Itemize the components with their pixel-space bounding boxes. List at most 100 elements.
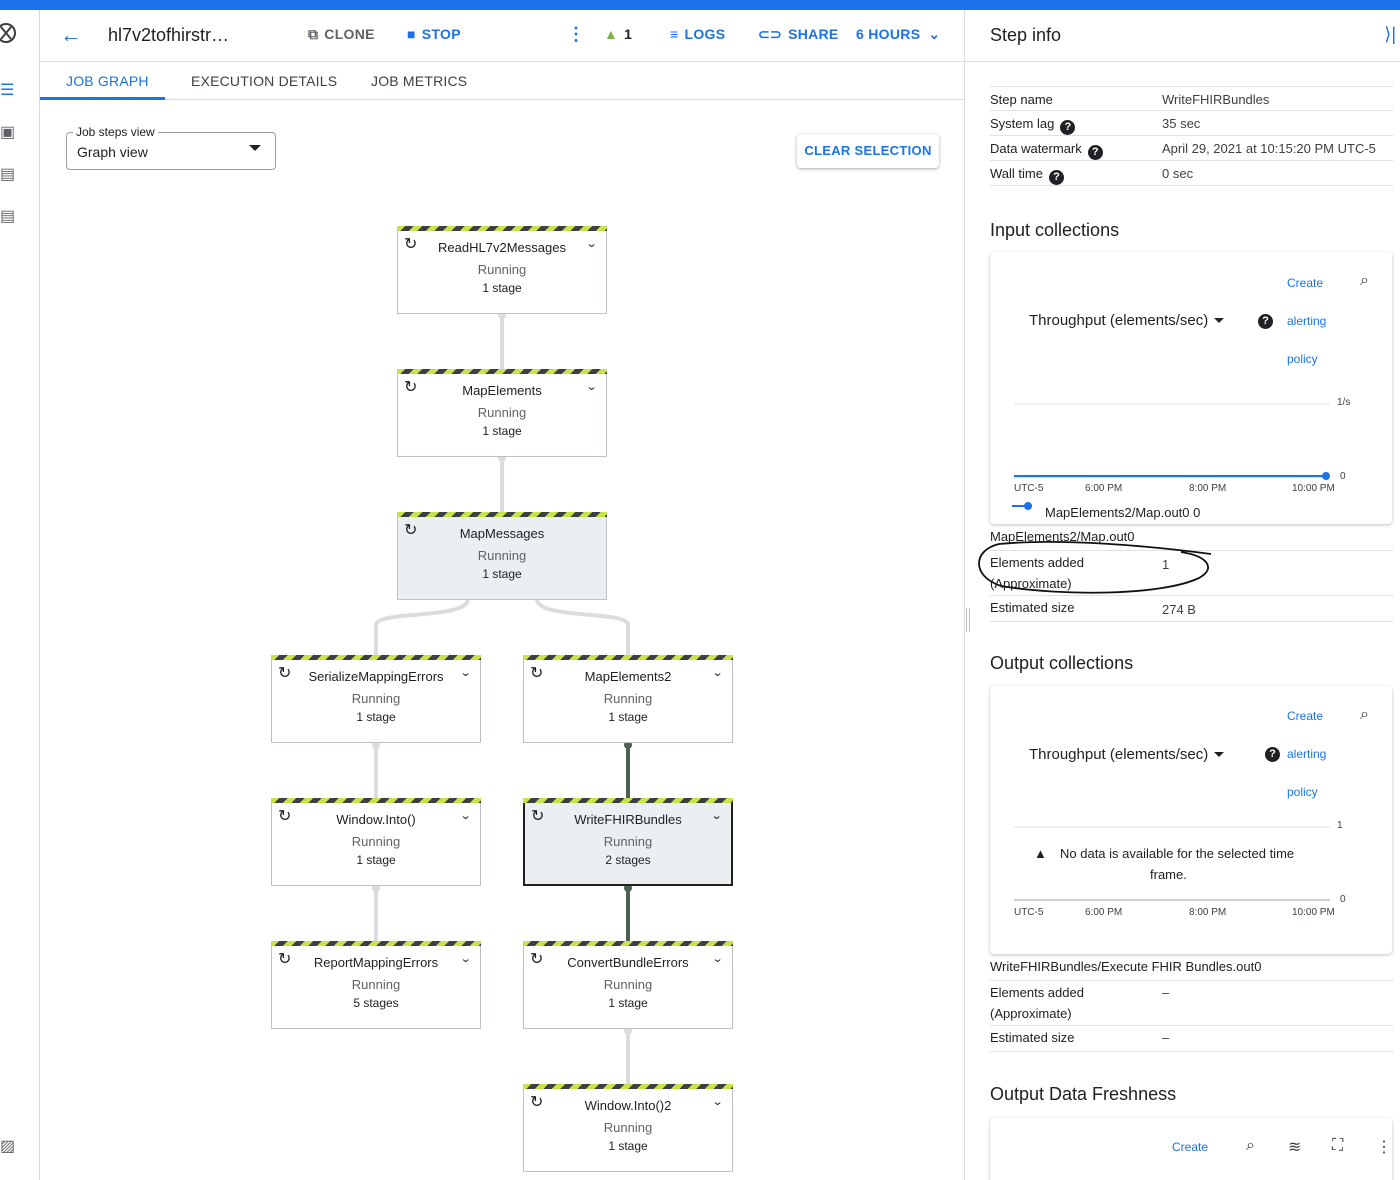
copy-icon: ⧉	[308, 26, 319, 42]
input-throughput-card: Create ⌕ Throughput (elements/sec) ? ale…	[990, 252, 1392, 524]
help-icon[interactable]: ?	[1258, 314, 1273, 329]
no-data-message-line1: No data is available for the selected ti…	[1060, 846, 1295, 861]
step-node-mapmessages[interactable]: ↻ MapMessages Running 1 stage	[397, 512, 607, 600]
logs-button[interactable]: ≡ LOGS	[670, 26, 725, 42]
legend-series-name: MapElements2/Map.out0	[1045, 505, 1190, 520]
warnings-button[interactable]: ▲ 1	[604, 26, 632, 42]
expand-chevron-icon[interactable]: ⌄	[711, 952, 723, 965]
expand-chevron-icon[interactable]: ⌄	[459, 809, 471, 822]
running-stripe	[271, 941, 481, 946]
logs-label: LOGS	[684, 26, 726, 42]
output-throughput-card: Create ⌕ Throughput (elements/sec) ? ale…	[990, 686, 1392, 954]
step-name: Window.Into()2	[584, 1098, 672, 1113]
step-node-mapelements[interactable]: ↻ MapElements ⌄ Running 1 stage	[397, 369, 607, 457]
y-axis-top-label: 1/s	[1337, 397, 1351, 408]
logs-icon: ≡	[670, 26, 679, 42]
step-node-window-into[interactable]: ↻ Window.Into() ⌄ Running 1 stage	[271, 798, 481, 886]
step-node-reportmappingerrors[interactable]: ↻ ReportMappingErrors ⌄ Running 5 stages	[271, 941, 481, 1029]
tab-execution-details[interactable]: EXECUTION DETAILS	[191, 73, 337, 89]
tab-job-graph[interactable]: JOB GRAPH	[66, 73, 149, 89]
running-stripe	[523, 1084, 733, 1089]
step-node-window-into2[interactable]: ↻ Window.Into()2 ⌄ Running 1 stage	[523, 1084, 733, 1172]
expand-chevron-icon[interactable]: ⌄	[711, 666, 723, 679]
create-alert-link[interactable]: Create	[1287, 276, 1323, 290]
step-stages: 1 stage	[608, 1139, 648, 1153]
zoom-search-icon[interactable]: ⌕	[1360, 272, 1369, 290]
help-icon[interactable]: ?	[1087, 145, 1103, 160]
more-options-icon[interactable]: ⋮	[1376, 1137, 1392, 1157]
step-stages: 5 stages	[353, 996, 399, 1010]
step-status: Running	[603, 1120, 653, 1135]
step-stages: 2 stages	[605, 853, 651, 867]
legend-swatch	[1012, 502, 1032, 510]
divider-line	[990, 595, 1393, 596]
warning-count: 1	[624, 26, 633, 42]
out-elements-added-value: –	[1162, 985, 1170, 1000]
stop-icon: ■	[407, 26, 416, 42]
snapshots-icon[interactable]: ▣	[0, 124, 16, 142]
row-wall-time: Wall time? 0 sec	[990, 161, 1393, 186]
x-tick-label: UTC-5	[1014, 483, 1044, 494]
policy-link[interactable]: policy	[1287, 785, 1318, 799]
expand-chevron-icon[interactable]: ⌄	[585, 237, 597, 250]
throughput-metric-select[interactable]: Throughput (elements/sec)	[1029, 312, 1225, 329]
time-range-selector[interactable]: 6 HOURS ⌄	[856, 26, 940, 43]
zoom-search-icon[interactable]: ⌕	[1246, 1137, 1255, 1155]
expand-chevron-icon[interactable]: ⌄	[459, 666, 471, 679]
step-node-convertbundleerrors[interactable]: ↻ ConvertBundleErrors ⌄ Running 1 stage	[523, 941, 733, 1029]
job-name: hl7v2tofhirstr…	[108, 25, 230, 45]
step-stages: 1 stage	[608, 710, 648, 724]
step-node-writefhirbundles[interactable]: ↻ WriteFHIRBundles ⌄ Running 2 stages	[523, 798, 733, 886]
warning-triangle-icon: ▲	[1034, 846, 1047, 861]
help-icon[interactable]: ?	[1060, 120, 1076, 135]
step-status: Running	[351, 691, 401, 706]
expand-chevron-icon[interactable]: ⌄	[459, 952, 471, 965]
divider-line	[990, 621, 1393, 622]
output-data-freshness-title: Output Data Freshness	[990, 1084, 1177, 1104]
help-icon[interactable]: ?	[1265, 747, 1280, 762]
legend-entry: MapElements2/Map.out0 0	[1045, 505, 1200, 520]
in-estimated-size-label: Estimated size	[990, 600, 1075, 615]
output-collections-title: Output collections	[990, 653, 1134, 673]
jobs-list-icon[interactable]: ☰	[0, 82, 16, 100]
step-node-readhl7v2messages[interactable]: ↻ ReadHL7v2Messages ⌄ Running 1 stage	[397, 226, 607, 314]
alerting-link[interactable]: alerting	[1287, 314, 1326, 328]
release-notes-icon[interactable]: ▨	[0, 1138, 16, 1156]
x-tick-label: 6:00 PM	[1085, 907, 1123, 918]
step-stages: 1 stage	[356, 710, 396, 724]
create-alert-link[interactable]: Create	[1172, 1140, 1208, 1154]
collapse-panel-icon[interactable]: ⟩|	[1384, 24, 1396, 45]
help-icon[interactable]: ?	[1048, 170, 1064, 185]
expand-chevron-icon[interactable]: ⌄	[711, 1095, 723, 1108]
zoom-search-icon[interactable]: ⌕	[1360, 706, 1369, 724]
step-node-mapelements2[interactable]: ↻ MapElements2 ⌄ Running 1 stage	[523, 655, 733, 743]
tab-job-metrics[interactable]: JOB METRICS	[371, 73, 467, 89]
notebook-icon[interactable]: ▤	[0, 166, 16, 184]
step-node-serializemappingerrors[interactable]: ↻ SerializeMappingErrors ⌄ Running 1 sta…	[271, 655, 481, 743]
expand-chevron-icon[interactable]: ⌄	[585, 380, 597, 393]
metric-label: Throughput (elements/sec)	[1029, 312, 1209, 329]
back-arrow-icon[interactable]: ←	[60, 22, 82, 48]
dataflow-logo-icon[interactable]	[0, 15, 16, 43]
throughput-metric-select[interactable]: Throughput (elements/sec)	[1029, 746, 1225, 763]
divider-line	[990, 1025, 1393, 1026]
share-button[interactable]: ⊂⊃ SHARE	[758, 26, 839, 43]
step-stages: 1 stage	[482, 424, 522, 438]
more-actions-icon[interactable]: ⋮	[567, 24, 585, 45]
policy-link[interactable]: policy	[1287, 352, 1318, 366]
stop-button[interactable]: ■ STOP	[407, 26, 461, 42]
sql-workspace-icon[interactable]: ▤	[0, 208, 16, 226]
expand-chevron-icon[interactable]: ⌄	[710, 809, 722, 822]
alerting-link[interactable]: alerting	[1287, 747, 1326, 761]
job-header: ← hl7v2tofhirstr… ⧉ CLONE ■ STOP ⋮ ▲ 1 ≡ LOG…	[40, 10, 964, 62]
compare-icon[interactable]: ≋	[1288, 1137, 1301, 1157]
top-accent-bar	[0, 0, 1400, 10]
clone-button[interactable]: ⧉ CLONE	[308, 26, 375, 43]
create-alert-link[interactable]: Create	[1287, 709, 1323, 723]
step-name: SerializeMappingErrors	[308, 669, 444, 684]
fullscreen-icon[interactable]: ⛶	[1332, 1137, 1343, 1155]
handdrawn-circle-annotation	[978, 541, 1211, 594]
tab-bar: JOB GRAPH EXECUTION DETAILS JOB METRICS	[40, 62, 964, 100]
x-tick-label: 10:00 PM	[1292, 483, 1335, 494]
metric-label: Throughput (elements/sec)	[1029, 746, 1209, 763]
